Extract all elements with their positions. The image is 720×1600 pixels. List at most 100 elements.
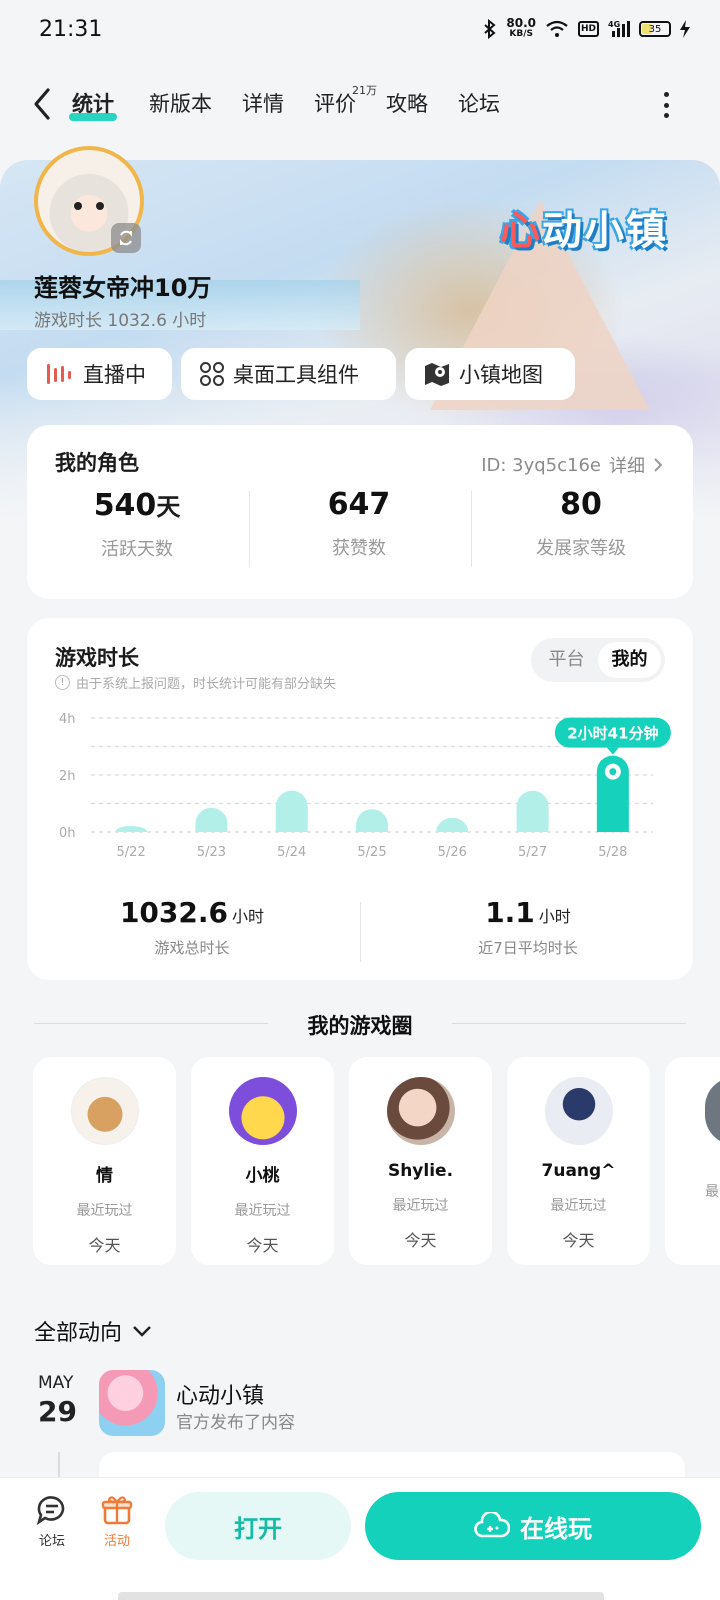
wifi-icon xyxy=(546,20,568,37)
forum-button[interactable]: 论坛 xyxy=(24,1494,80,1549)
friend-avatar xyxy=(705,1077,720,1145)
chart-tooltip-label: 2小时41分钟 xyxy=(567,725,658,743)
stat-active-days: 540天 活跃天数 xyxy=(93,488,181,560)
friend-card[interactable]: 7uang^ 最近玩过 今天 xyxy=(507,1057,650,1265)
friend-card[interactable]: 小桃 最近玩过 今天 xyxy=(191,1057,334,1265)
net-speed: 80.0 KB/S xyxy=(506,16,536,39)
tab-forum[interactable]: 论坛 xyxy=(458,88,500,118)
feed-filter-label: 全部动向 xyxy=(34,1321,123,1346)
playtime-title: 游戏时长 xyxy=(55,646,139,670)
signal-icon: 4G xyxy=(608,20,630,37)
x-tick-label: 5/22 xyxy=(117,845,146,860)
bottom-bar: 论坛 活动 打开 在线玩 xyxy=(0,1478,720,1600)
x-tick-label: 5/28 xyxy=(598,845,627,860)
avg-playtime: 1.1 小时 近7日平均时长 xyxy=(478,896,578,957)
friend-recent-label: 最近玩过 xyxy=(234,1203,291,1219)
friend-avatar xyxy=(386,1077,455,1145)
game-icon[interactable] xyxy=(99,1370,165,1436)
tab-guides[interactable]: 攻略 xyxy=(386,88,428,118)
friend-avatar xyxy=(228,1077,297,1145)
total-playtime: 1032.6 小时 游戏总时长 xyxy=(119,896,265,957)
highlight-dot-center xyxy=(609,768,617,776)
toggle-mine[interactable]: 我的 xyxy=(598,642,661,678)
chevron-right-icon xyxy=(654,458,663,472)
cloud-play-label: 在线玩 xyxy=(520,1514,592,1543)
feed-filter-dropdown[interactable]: 全部动向 xyxy=(34,1315,152,1347)
friend-recent-label: 最近玩过 xyxy=(76,1203,133,1219)
status-bar: 21:31 80.0 KB/S HD 4G 35 xyxy=(0,0,720,62)
activity-button[interactable]: 活动 xyxy=(89,1494,145,1549)
more-icon[interactable] xyxy=(662,92,670,118)
friend-card[interactable]: Shylie. 最近玩过 今天 xyxy=(349,1057,492,1265)
forum-label: 论坛 xyxy=(38,1534,65,1549)
tab-new-version[interactable]: 新版本 xyxy=(149,88,212,118)
top-nav: 统计 新版本 详情 评价 21万 攻略 论坛 xyxy=(0,80,720,130)
tab-stats[interactable]: 统计 xyxy=(69,88,117,121)
chart-bar xyxy=(356,809,388,832)
town-map-button[interactable]: 小镇地图 xyxy=(405,348,575,400)
friend-card[interactable]: 情 最近玩过 今天 xyxy=(33,1057,176,1265)
friend-recent-label: 最 xyxy=(705,1184,719,1200)
role-detail-label: 详细 xyxy=(609,456,645,477)
back-icon[interactable] xyxy=(28,86,58,122)
friend-name: 7uang^ xyxy=(541,1161,616,1181)
swap-icon[interactable] xyxy=(111,223,141,253)
x-tick-label: 5/27 xyxy=(518,845,547,860)
friend-name: Shylie. xyxy=(387,1161,454,1181)
review-count-badge: 21万 xyxy=(352,84,377,97)
y-tick-label: 2h xyxy=(59,769,76,784)
tab-details[interactable]: 详情 xyxy=(242,88,284,118)
gift-icon xyxy=(101,1496,133,1525)
game-logo: 心动小镇 xyxy=(500,208,668,254)
live-icon xyxy=(47,364,71,384)
y-tick-label: 4h xyxy=(59,712,76,727)
charging-icon xyxy=(680,20,690,38)
friend-name: 小桃 xyxy=(245,1166,280,1186)
chart-bar xyxy=(275,790,308,832)
user-name: 莲蓉女帝冲10万 xyxy=(34,274,212,302)
cloud-play-button[interactable]: 在线玩 xyxy=(365,1492,701,1560)
chevron-down-icon xyxy=(133,1326,151,1337)
stat-likes: 647 获赞数 xyxy=(327,487,391,559)
x-tick-label: 5/23 xyxy=(197,845,226,860)
chart-tooltip-pointer xyxy=(606,747,619,755)
friend-avatar xyxy=(544,1077,613,1145)
town-map-label: 小镇地图 xyxy=(459,363,543,387)
desktop-widget-button[interactable]: 桌面工具组件 xyxy=(181,348,396,400)
friend-recent-day: 今天 xyxy=(404,1231,437,1250)
svg-text:4G: 4G xyxy=(608,20,620,29)
y-tick-label: 0h xyxy=(59,826,76,841)
feed-date-month: MAY xyxy=(38,1373,74,1393)
friend-recent-label: 最近玩过 xyxy=(392,1198,449,1214)
x-tick-label: 5/24 xyxy=(277,845,306,860)
post-description: 官方发布了内容 xyxy=(176,1413,295,1433)
toggle-platform[interactable]: 平台 xyxy=(535,642,598,678)
playtime-toggle[interactable]: 平台 我的 xyxy=(531,638,665,682)
live-button[interactable]: 直播中 xyxy=(27,348,172,400)
post-author[interactable]: 心动小镇 xyxy=(176,1378,264,1410)
widgets-icon xyxy=(200,362,224,386)
live-label: 直播中 xyxy=(83,363,146,387)
divider xyxy=(360,902,361,962)
chart-bar xyxy=(436,817,469,832)
cloud-gamepad-icon xyxy=(474,1512,510,1538)
friend-recent-day: 今天 xyxy=(562,1231,595,1250)
playtime-card: 游戏时长 ! 由于系统上报问题，时长统计可能有部分缺失 平台 我的 4h 2h 0h… xyxy=(27,618,693,980)
chart-bar xyxy=(516,790,549,832)
tab-reviews[interactable]: 评价 xyxy=(314,88,356,118)
section-divider xyxy=(452,1023,686,1024)
chart-bar xyxy=(115,826,148,832)
role-card-title: 我的角色 xyxy=(55,451,139,475)
stat-level: 80 发展家等级 xyxy=(536,487,626,559)
friend-card[interactable]: 最 xyxy=(665,1057,720,1265)
hd-icon: HD xyxy=(577,21,599,37)
open-button[interactable]: 打开 xyxy=(165,1492,351,1560)
status-time: 21:31 xyxy=(39,17,103,42)
friend-recent-label: 最近玩过 xyxy=(550,1198,607,1214)
role-id-link[interactable]: ID: 3yq5c16e 详细 xyxy=(481,452,663,478)
my-role-card: 我的角色 ID: 3yq5c16e 详细 540天 活跃天数 647 获赞数 8… xyxy=(27,425,693,599)
x-tick-label: 5/26 xyxy=(438,845,467,860)
friend-recent-day: 今天 xyxy=(246,1236,279,1255)
status-icons: 80.0 KB/S HD 4G 35 xyxy=(483,16,690,40)
desktop-widget-label: 桌面工具组件 xyxy=(233,363,359,387)
